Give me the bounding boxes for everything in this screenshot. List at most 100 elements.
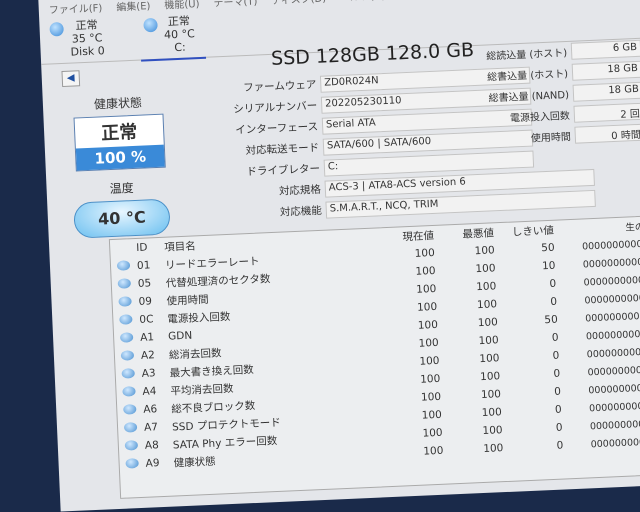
smart-cell: 0 xyxy=(556,439,564,452)
smart-cell: 000000000024 xyxy=(588,381,640,396)
smart-cell: 0 xyxy=(553,367,561,380)
status-dot-icon xyxy=(124,439,139,451)
smart-cell: 000000000000 xyxy=(588,399,640,414)
info-value: 18 GB xyxy=(571,60,640,81)
info-value: 2 回 xyxy=(573,102,640,123)
smart-cell: 0 xyxy=(554,403,562,416)
smart-cell: 0 xyxy=(555,421,563,434)
smart-cell: 100 xyxy=(479,370,501,384)
status-dot-icon xyxy=(121,367,135,379)
smart-cell: 100 xyxy=(421,408,443,422)
col-worst: 最悪値 xyxy=(462,226,495,241)
status-dot-icon xyxy=(117,277,131,289)
status-dot-icon xyxy=(123,421,138,433)
smart-cell: A3 xyxy=(141,367,156,380)
info-label: 対応規格 xyxy=(278,183,322,198)
smart-cell: 09 xyxy=(138,295,153,308)
smart-cell: 50 xyxy=(541,241,555,255)
smart-cell: 000000000000 xyxy=(584,309,640,324)
col-id: ID xyxy=(135,241,148,254)
smart-cell: 100 xyxy=(418,336,439,350)
smart-cell: 000000000000 xyxy=(582,255,640,270)
smart-cell: 100 xyxy=(416,300,438,314)
status-dot-icon xyxy=(116,259,131,271)
smart-cell: 100 xyxy=(419,354,440,368)
temperature-label: 温度 xyxy=(109,181,134,197)
info-label: インターフェース xyxy=(235,120,319,137)
menu-item[interactable]: 編集(E) xyxy=(116,0,151,14)
status-dot-icon xyxy=(118,295,132,307)
smart-cell: 100 xyxy=(479,352,500,366)
smart-cell: 0 xyxy=(550,295,558,308)
info-label: 総書込量 (ホスト) xyxy=(486,68,569,84)
smart-cell: A4 xyxy=(142,385,157,398)
disk-name: C: xyxy=(174,40,186,55)
smart-cell: 000000000000 xyxy=(587,363,640,378)
previous-disk-button[interactable]: ◀ xyxy=(61,70,81,88)
smart-cell: 0C xyxy=(139,313,154,326)
info-label: 総読込量 (ホスト) xyxy=(486,47,568,63)
smart-cell: 100 xyxy=(481,406,503,420)
info-label: ドライブレター xyxy=(246,162,321,179)
smart-cell: 0 xyxy=(549,277,557,290)
smart-cell: 01 xyxy=(136,259,151,272)
smart-cell: 0 xyxy=(552,349,560,362)
status-dot-icon xyxy=(125,457,139,469)
smart-cell: 100 xyxy=(476,298,498,312)
status-dot-icon xyxy=(119,331,134,343)
smart-cell: 100 xyxy=(477,316,499,330)
menu-item[interactable]: ファイル(F) xyxy=(48,0,103,17)
disk-name: Disk 0 xyxy=(70,44,106,59)
health-status-button[interactable]: 正常 100 % xyxy=(73,113,166,172)
smart-cell: 100 xyxy=(474,244,495,258)
info-label: 対応機能 xyxy=(279,204,323,219)
info-label: 電源投入回数 xyxy=(509,110,571,125)
smart-cell: A2 xyxy=(140,349,156,362)
disk-tab-0[interactable]: 正常 35 °C Disk 0 xyxy=(49,18,105,61)
smart-cell: 000000000064 xyxy=(590,435,640,450)
smart-cell: 100 xyxy=(422,426,443,440)
info-label: ファームウェア xyxy=(242,78,317,95)
status-dot-icon xyxy=(49,21,64,37)
status-dot-icon xyxy=(119,313,133,325)
smart-table[interactable]: ID 項目名 現在値 最悪値 しきい値 生の値 01 リードエラーレート 100 100 50 00… xyxy=(108,214,640,499)
smart-cell: 100 xyxy=(417,318,439,332)
smart-cell: 100 xyxy=(475,280,497,294)
smart-cell: 000000000021 xyxy=(585,327,640,342)
smart-cell: 100 xyxy=(416,282,437,296)
smart-cell: 000000000858 xyxy=(586,345,640,360)
menu-item[interactable]: テーマ(T) xyxy=(213,0,257,9)
smart-cell: A9 xyxy=(145,457,160,470)
smart-cell: 05 xyxy=(137,277,152,290)
menu-item[interactable]: 機能(U) xyxy=(164,0,200,11)
smart-cell: 100 xyxy=(480,388,502,402)
smart-cell: 100 xyxy=(478,334,499,348)
smart-cell: A8 xyxy=(144,439,160,452)
col-raw: 生の値 xyxy=(625,221,640,234)
smart-cell: 100 xyxy=(419,372,441,386)
health-label: 健康状態 xyxy=(93,95,143,112)
info-value: 18 GB xyxy=(572,81,640,102)
smart-cell: 100 xyxy=(420,390,442,404)
health-percent: 100 % xyxy=(75,144,165,171)
smart-cell: 100 xyxy=(414,246,436,260)
smart-cell: 000000000000 xyxy=(581,237,640,253)
status-dot-icon xyxy=(120,349,135,361)
smart-cell: 100 xyxy=(415,264,436,278)
status-panel: ◀ 健康状態 正常 100 % 温度 40 °C xyxy=(61,66,178,239)
info-label: 総書込量 (NAND) xyxy=(488,89,570,105)
smart-cell: 50 xyxy=(544,313,559,327)
temperature-button[interactable]: 40 °C xyxy=(73,198,171,239)
smart-cell: 100 xyxy=(482,424,503,438)
col-threshold: しきい値 xyxy=(511,224,555,239)
smart-cell: A7 xyxy=(143,421,159,434)
status-dot-icon xyxy=(122,385,136,397)
info-label: 使用時間 xyxy=(530,131,572,145)
smart-cell: 100 xyxy=(475,262,496,276)
smart-cell: 000000000002 xyxy=(584,291,640,306)
disk-tab-c[interactable]: 正常 40 °C C: xyxy=(143,14,195,57)
smart-cell: 000000000000 xyxy=(583,273,640,288)
status-dot-icon xyxy=(143,17,158,33)
crystaldiskinfo-window: ファイル(F)編集(E)機能(U)テーマ(T)ディスク(D)ヘルプ(H)言語(L… xyxy=(38,0,640,512)
health-status: 正常 xyxy=(100,121,138,145)
